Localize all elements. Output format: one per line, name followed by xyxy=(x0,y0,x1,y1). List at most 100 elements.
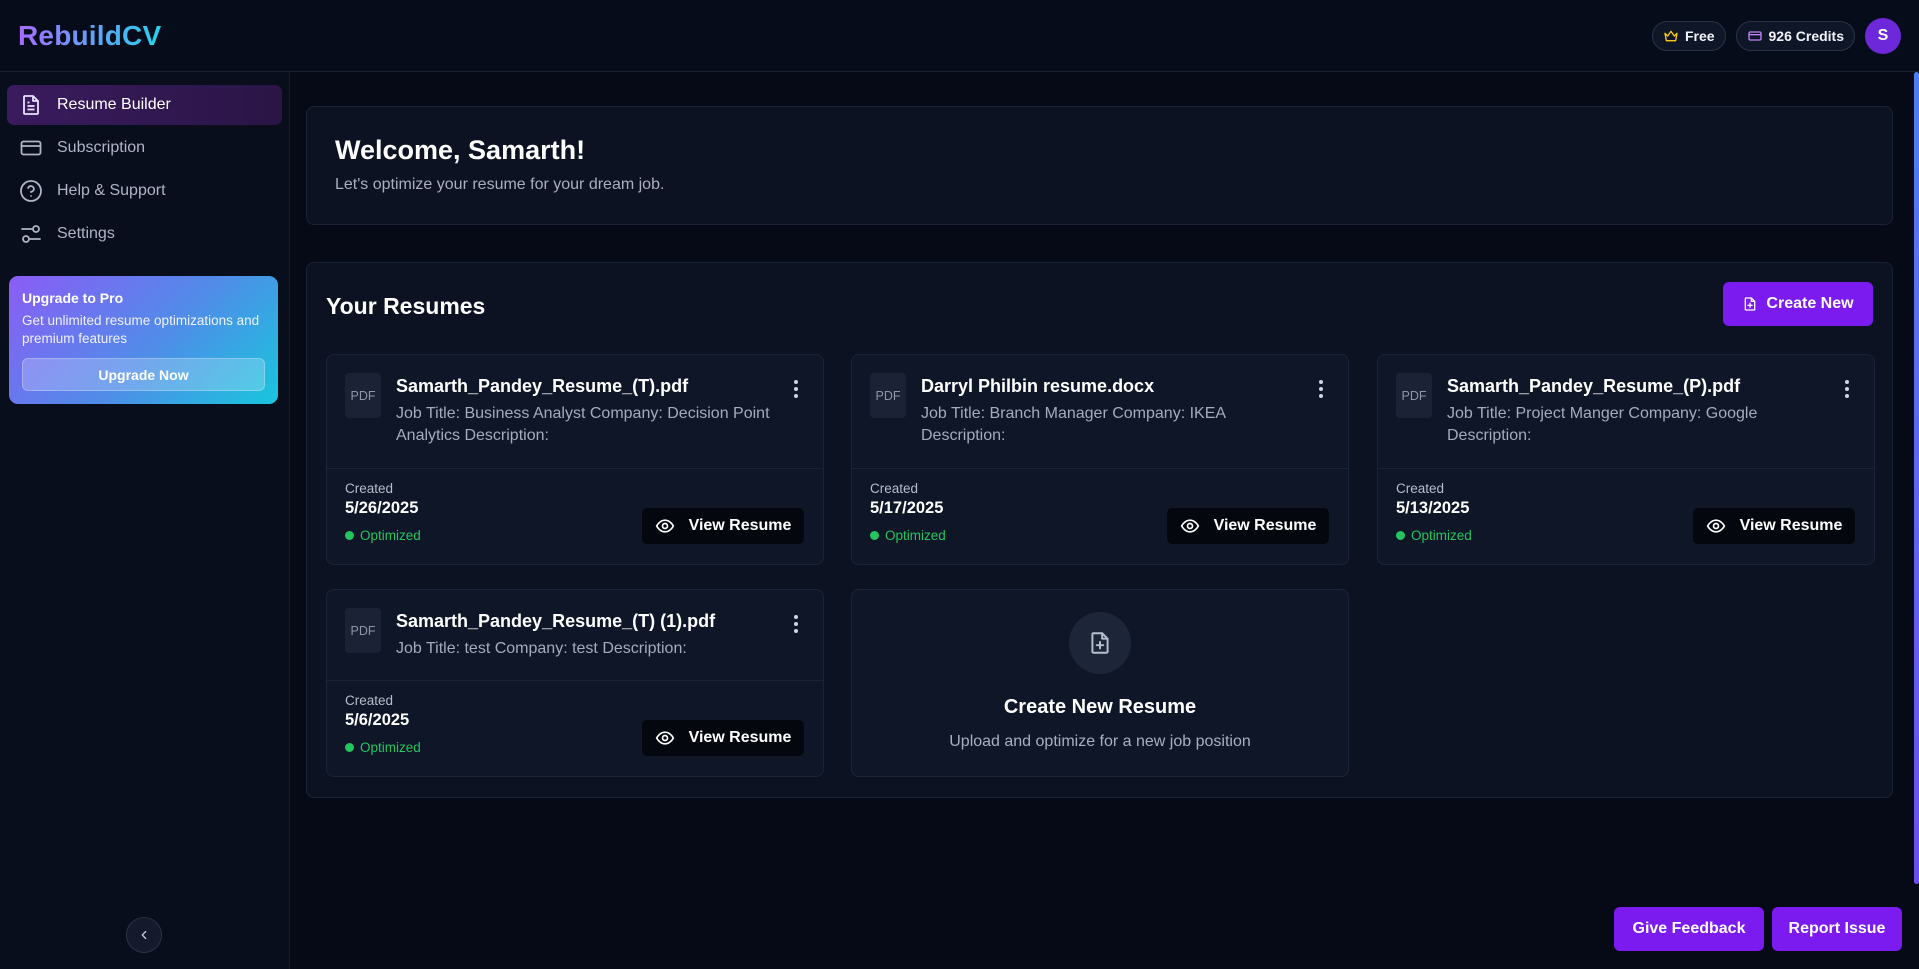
view-resume-label: View Resume xyxy=(688,517,792,534)
resume-card-header: PDF Samarth_Pandey_Resume_(T).pdf Job Ti… xyxy=(327,355,823,468)
file-plus-icon xyxy=(1069,612,1131,674)
sidebar-item-label: Help & Support xyxy=(57,182,166,199)
resume-description: Job Title: Business Analyst Company: Dec… xyxy=(396,405,770,444)
eye-icon xyxy=(655,731,674,745)
upgrade-now-button[interactable]: Upgrade Now xyxy=(22,358,265,391)
status-label: Optimized xyxy=(360,528,421,543)
promo-description: Get unlimited resume optimizations and p… xyxy=(22,313,260,346)
document-icon xyxy=(23,95,39,115)
eye-icon xyxy=(1706,519,1725,533)
sidebar-item-label: Settings xyxy=(57,225,115,242)
view-resume-button[interactable]: View Resume xyxy=(1692,507,1856,545)
view-resume-label: View Resume xyxy=(1213,517,1317,534)
view-resume-label: View Resume xyxy=(688,729,792,746)
more-options-icon[interactable] xyxy=(787,377,805,401)
created-label: Created xyxy=(870,481,919,496)
resume-card-footer: Created 5/13/2025 Optimized View Resume xyxy=(1378,468,1874,564)
resume-card-header: PDF Samarth_Pandey_Resume_(T) (1).pdf Jo… xyxy=(327,590,823,680)
file-type-icon: PDF xyxy=(345,608,381,653)
eye-icon xyxy=(1180,519,1199,533)
more-options-icon[interactable] xyxy=(1312,377,1330,401)
header-actions: Free 926 Credits S xyxy=(1651,17,1901,54)
resume-card-header: PDF Samarth_Pandey_Resume_(P).pdf Job Ti… xyxy=(1378,355,1874,468)
resume-card-info: Samarth_Pandey_Resume_(T) (1).pdf Job Ti… xyxy=(396,608,776,680)
credits-badge[interactable]: 926 Credits xyxy=(1735,20,1855,51)
created-label: Created xyxy=(345,481,394,496)
view-resume-label: View Resume xyxy=(1739,517,1843,534)
report-issue-button[interactable]: Report Issue xyxy=(1772,907,1902,951)
credits-label: 926 Credits xyxy=(1768,27,1844,44)
resume-card-info: Darryl Philbin resume.docx Job Title: Br… xyxy=(921,373,1301,468)
eye-icon xyxy=(655,519,674,533)
more-options-icon[interactable] xyxy=(787,612,805,636)
resume-card[interactable]: PDF Samarth_Pandey_Resume_(P).pdf Job Ti… xyxy=(1377,354,1875,565)
resume-card[interactable]: PDF Samarth_Pandey_Resume_(T).pdf Job Ti… xyxy=(326,354,824,565)
resume-description: Job Title: Branch Manager Company: IKEA … xyxy=(921,405,1226,444)
sidebar-item-label: Subscription xyxy=(57,139,146,156)
plan-badge[interactable]: Free xyxy=(1651,20,1726,51)
file-type-icon: PDF xyxy=(870,373,906,418)
create-new-resume-card[interactable]: Create New Resume Upload and optimize fo… xyxy=(851,589,1349,777)
resume-file-name: Samarth_Pandey_Resume_(T) (1).pdf xyxy=(396,611,716,631)
create-new-resume-subtitle: Upload and optimize for a new job positi… xyxy=(949,733,1251,750)
resume-card[interactable]: PDF Darryl Philbin resume.docx Job Title… xyxy=(851,354,1349,565)
created-label: Created xyxy=(1396,481,1445,496)
sidebar-item-settings[interactable]: Settings xyxy=(7,214,282,254)
status-dot xyxy=(1396,531,1405,540)
resumes-title: Your Resumes xyxy=(326,293,486,319)
resume-card-footer: Created 5/26/2025 Optimized View Resume xyxy=(327,468,823,564)
welcome-title: Welcome, Samarth! xyxy=(335,135,586,165)
create-new-label: Create New xyxy=(1766,295,1854,312)
create-new-button[interactable]: Create New xyxy=(1723,282,1873,326)
help-circle-icon xyxy=(20,180,42,202)
resume-file-name: Samarth_Pandey_Resume_(P).pdf xyxy=(1447,376,1741,396)
crown-icon xyxy=(1664,30,1678,41)
resume-card-info: Samarth_Pandey_Resume_(P).pdf Job Title:… xyxy=(1447,373,1827,468)
resume-description: Job Title: Project Manger Company: Googl… xyxy=(1447,405,1758,444)
status-dot xyxy=(345,743,354,752)
view-resume-button[interactable]: View Resume xyxy=(641,719,805,757)
status-dot xyxy=(345,531,354,540)
page-scrollbar[interactable] xyxy=(1914,72,1919,884)
status-label: Optimized xyxy=(885,528,946,543)
welcome-subtitle: Let's optimize your resume for your drea… xyxy=(335,176,665,193)
file-plus-icon xyxy=(1745,297,1756,311)
top-bar: RebuildCV Free 926 Credits S xyxy=(0,0,1919,72)
resume-file-name: Samarth_Pandey_Resume_(T).pdf xyxy=(396,376,689,396)
resume-card-header: PDF Darryl Philbin resume.docx Job Title… xyxy=(852,355,1348,468)
resume-description: Job Title: test Company: test Descriptio… xyxy=(396,640,687,657)
resume-file-name: Darryl Philbin resume.docx xyxy=(921,376,1155,396)
sidebar: Resume Builder Subscription Help & Suppo… xyxy=(0,72,290,969)
file-type-icon: PDF xyxy=(345,373,381,418)
promo-title: Upgrade to Pro xyxy=(22,290,124,306)
collapse-sidebar-button[interactable] xyxy=(126,917,162,953)
resume-card-footer: Created 5/6/2025 Optimized View Resume xyxy=(327,680,823,776)
welcome-panel: Welcome, Samarth! Let's optimize your re… xyxy=(306,106,1893,225)
resume-card-footer: Created 5/17/2025 Optimized View Resume xyxy=(852,468,1348,564)
sidebar-item-help-support[interactable]: Help & Support xyxy=(7,171,282,211)
sidebar-item-subscription[interactable]: Subscription xyxy=(7,128,282,168)
more-options-icon[interactable] xyxy=(1838,377,1856,401)
status-dot xyxy=(870,531,879,540)
credit-card-icon xyxy=(20,140,42,156)
sidebar-nav: Resume Builder Subscription Help & Suppo… xyxy=(0,72,289,254)
sliders-icon xyxy=(21,225,41,243)
resume-card[interactable]: PDF Samarth_Pandey_Resume_(T) (1).pdf Jo… xyxy=(326,589,824,777)
create-new-resume-title: Create New Resume xyxy=(1003,696,1197,718)
user-avatar[interactable]: S xyxy=(1865,17,1901,54)
file-type-icon: PDF xyxy=(1396,373,1432,418)
give-feedback-button[interactable]: Give Feedback xyxy=(1614,907,1764,951)
status-label: Optimized xyxy=(360,740,421,755)
status-label: Optimized xyxy=(1411,528,1472,543)
sidebar-item-resume-builder[interactable]: Resume Builder xyxy=(7,85,282,125)
view-resume-button[interactable]: View Resume xyxy=(641,507,805,545)
resumes-panel: Your Resumes Create New PDF Samarth_Pand… xyxy=(306,262,1893,798)
chevron-left-icon xyxy=(141,930,147,940)
app-logo[interactable]: RebuildCV xyxy=(18,20,161,52)
credit-card-icon xyxy=(1747,30,1762,41)
view-resume-button[interactable]: View Resume xyxy=(1166,507,1330,545)
sidebar-item-label: Resume Builder xyxy=(57,96,171,113)
plan-label: Free xyxy=(1684,27,1715,44)
resume-card-info: Samarth_Pandey_Resume_(T).pdf Job Title:… xyxy=(396,373,776,468)
created-label: Created xyxy=(345,693,394,708)
